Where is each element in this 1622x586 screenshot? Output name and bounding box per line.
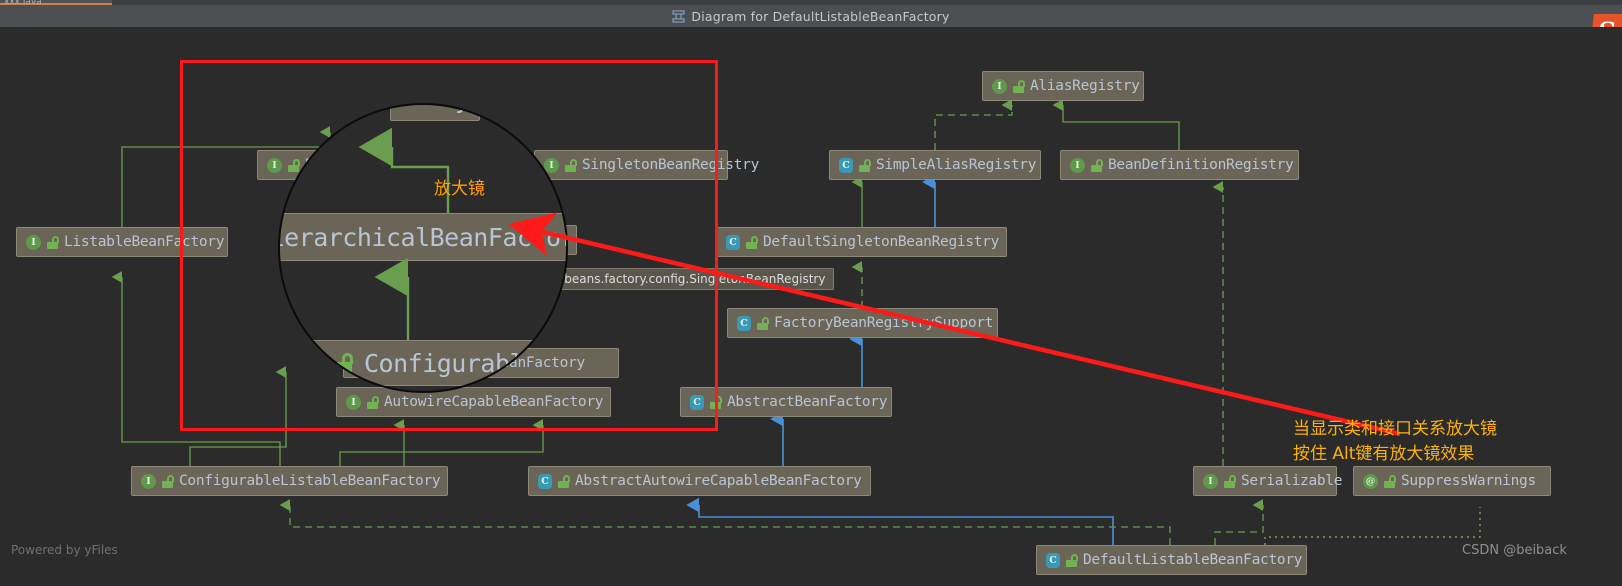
uml-node-label: BeanDefinitionRegistry <box>1108 157 1294 173</box>
diagram-titlebar: Diagram for DefaultListableBeanFactory <box>0 5 1622 27</box>
class-badge-icon: C <box>737 315 751 331</box>
uml-node-label: AbstractBeanFactory <box>727 394 888 410</box>
lock-icon <box>1384 474 1396 488</box>
diagram-canvas[interactable]: IListableBeanFactoryIBeanFactoryISinglet… <box>0 27 1622 586</box>
class-badge-icon: C <box>839 157 853 173</box>
csdn-watermark: CSDN @beiback <box>1462 543 1567 558</box>
lock-icon <box>162 474 174 488</box>
lock-icon <box>558 474 570 488</box>
class-badge-icon: C <box>726 234 740 250</box>
note-line-1: 当显示类和接口关系放大镜 <box>1293 419 1497 439</box>
uml-node-label: DefaultSingletonBeanRegistry <box>763 234 1000 250</box>
lock-icon <box>1013 79 1025 93</box>
uml-node[interactable]: C DefaultSingletonBeanRegistry <box>716 227 1007 257</box>
uml-node[interactable]: C SimpleAliasRegistry <box>829 150 1041 180</box>
annotation-badge-icon: @ <box>1363 473 1378 489</box>
lock-icon <box>746 235 758 249</box>
interface-badge-icon: I <box>26 234 41 250</box>
interface-badge-icon: I <box>992 78 1007 94</box>
uml-node-label: DefaultListableBeanFactory <box>1083 552 1303 568</box>
yfiles-watermark: Powered by yFiles <box>11 543 118 557</box>
lock-icon <box>859 158 871 172</box>
uml-node-label: Serializable <box>1241 473 1343 489</box>
interface-badge-icon: I <box>1070 157 1085 173</box>
class-badge-icon: C <box>538 473 552 489</box>
uml-node-label: FactoryBeanRegistrySupport <box>774 315 994 331</box>
lock-icon <box>1091 158 1103 172</box>
uml-node[interactable]: @ SuppressWarnings <box>1353 466 1551 496</box>
diagram-title: Diagram for DefaultListableBeanFactory <box>691 8 950 24</box>
uml-node[interactable]: I BeanDefinitionRegistry <box>1060 150 1299 180</box>
interface-badge-icon: I <box>1203 473 1218 489</box>
interface-badge-icon: I <box>141 473 156 489</box>
uml-node-label: ConfigurableListableBeanFactory <box>179 473 441 489</box>
lock-icon <box>757 316 769 330</box>
lock-icon <box>1224 474 1236 488</box>
lock-icon <box>1066 553 1078 567</box>
note-line-2: 按住 Alt键有放大镜效果 <box>1293 444 1475 464</box>
uml-node[interactable]: C FactoryBeanRegistrySupport <box>727 308 998 338</box>
diagram-window: xxx.java Diagram for DefaultListableBean… <box>0 0 1622 586</box>
uml-node[interactable]: C DefaultListableBeanFactory <box>1036 545 1307 575</box>
selection-rectangle <box>180 60 718 431</box>
class-badge-icon: C <box>1046 552 1060 568</box>
diagram-icon <box>672 9 685 23</box>
uml-node[interactable]: I AliasRegistry <box>982 71 1144 101</box>
uml-node-label: AbstractAutowireCapableBeanFactory <box>575 473 862 489</box>
uml-node[interactable]: C AbstractAutowireCapableBeanFactory <box>528 466 871 496</box>
lock-icon <box>47 235 59 249</box>
uml-node[interactable]: I Serializable <box>1193 466 1342 496</box>
uml-node-label: SimpleAliasRegistry <box>876 157 1037 173</box>
uml-node-label: SuppressWarnings <box>1401 473 1536 489</box>
uml-node[interactable]: I ConfigurableListableBeanFactory <box>131 466 448 496</box>
uml-node-label: AliasRegistry <box>1030 78 1140 94</box>
